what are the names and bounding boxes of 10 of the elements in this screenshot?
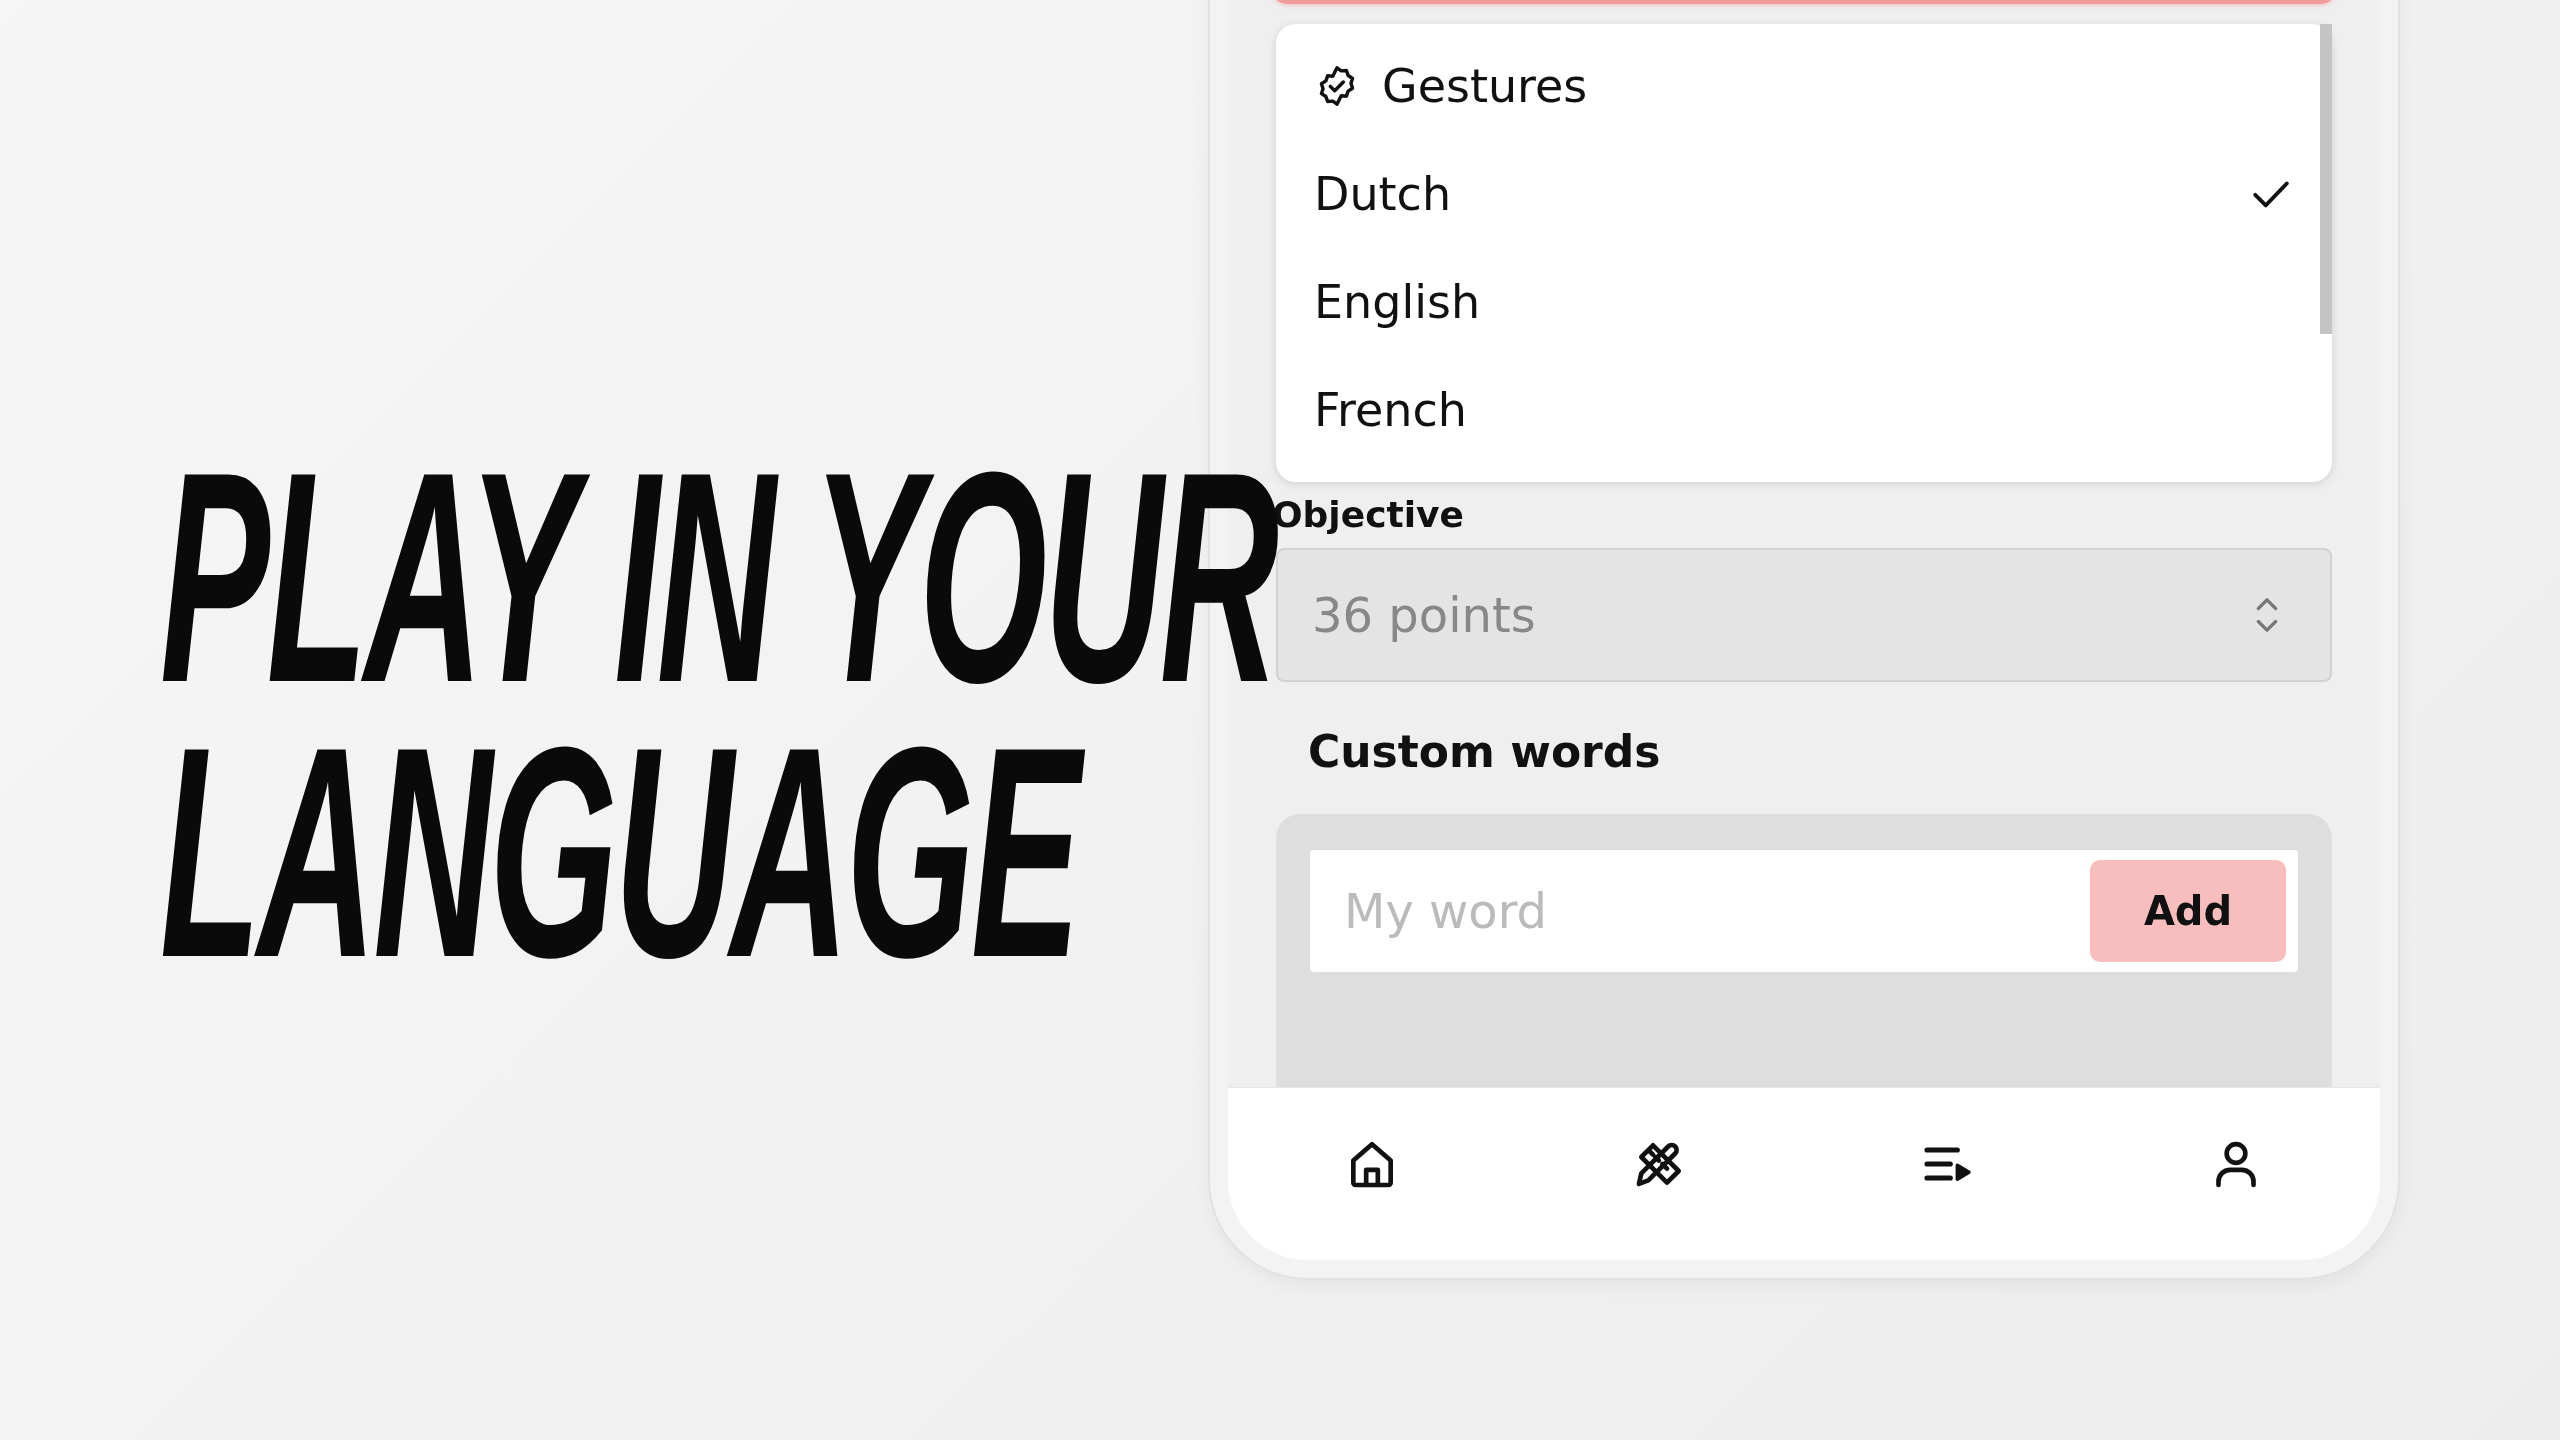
scrollbar[interactable]: [2320, 24, 2332, 334]
language-option[interactable]: English: [1276, 248, 2318, 356]
menu-group-label: Gestures: [1382, 59, 1588, 113]
section-title: Custom words: [1308, 725, 1662, 779]
select-value: 36 points: [1312, 587, 1536, 643]
add-button[interactable]: Add: [2090, 860, 2286, 962]
headline-text: LANGUAGE: [160, 715, 1111, 990]
language-option[interactable]: French: [1276, 356, 2318, 464]
language-option[interactable]: Dutch: [1276, 140, 2318, 248]
word-input-field[interactable]: My word Add: [1310, 850, 2298, 972]
